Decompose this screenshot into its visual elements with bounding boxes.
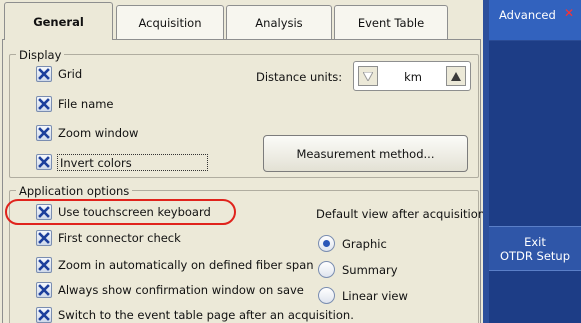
tab-analysis[interactable]: Analysis [226,5,332,39]
side-panel: Advanced ✕ Exit OTDR Setup [483,0,581,323]
triangle-up-icon [451,71,461,81]
switch-event-label: Switch to the event table page after an … [58,308,354,322]
radio-summary-label: Summary [342,263,398,277]
file-name-label: File name [58,97,114,111]
confirm-save-label: Always show confirmation window on save [58,283,304,297]
tab-label: Acquisition [138,15,202,30]
default-view-label: Default view after acquisition [316,207,486,221]
invert-colors-checkbox[interactable] [36,154,52,170]
measurement-method-label: Measurement method... [296,146,435,161]
connector-check-label: First connector check [58,231,181,245]
exit-label: Exit [524,234,546,249]
highlight-annotation [5,199,236,225]
tab-acquisition[interactable]: Acquisition [116,5,224,39]
tab-event-table[interactable]: Event Table [334,5,448,39]
radio-linear-view[interactable] [318,287,335,304]
tab-general[interactable]: General [4,2,113,40]
check-x-icon [38,309,50,321]
check-x-icon [38,127,50,139]
distance-units-value: km [404,70,422,84]
zoom-auto-checkbox[interactable] [36,257,52,273]
measurement-method-button[interactable]: Measurement method... [263,135,468,172]
radio-dot [323,240,330,247]
check-x-icon [38,68,50,80]
check-x-icon [38,259,50,271]
divider [489,40,581,41]
check-x-icon [38,284,50,296]
check-x-icon [38,156,50,168]
grid-label: Grid [58,67,83,81]
confirm-save-checkbox[interactable] [36,282,52,298]
grid-checkbox[interactable] [36,66,52,82]
radio-graphic-label: Graphic [342,237,387,251]
exit-otdr-setup-button[interactable]: Exit OTDR Setup [489,226,581,271]
settings-panel: General Acquisition Analysis Event Table… [0,0,486,323]
zoom-auto-label: Zoom in automatically on defined fiber s… [58,258,314,272]
triangle-down-icon [363,71,373,81]
otdr-setup-label: OTDR Setup [499,248,571,263]
connector-check-checkbox[interactable] [36,230,52,246]
check-x-icon [38,98,50,110]
invert-colors-label: Invert colors [60,156,132,170]
zoom-window-checkbox[interactable] [36,125,52,141]
distance-units-label: Distance units: [256,70,343,84]
advanced-tab-label: Advanced [499,8,556,22]
file-name-checkbox[interactable] [36,96,52,112]
switch-event-checkbox[interactable] [36,307,52,323]
tab-label: General [33,14,84,29]
units-up-button[interactable] [446,66,466,86]
tab-label: Analysis [255,15,303,30]
application-options-legend: Application options [16,184,133,198]
units-down-button[interactable] [358,66,378,86]
display-legend: Display [16,48,65,62]
radio-graphic[interactable] [318,235,335,252]
tab-label: Event Table [357,15,425,30]
check-x-icon [38,232,50,244]
radio-linear-view-label: Linear view [342,289,408,303]
close-icon[interactable]: ✕ [563,6,575,28]
radio-summary[interactable] [318,261,335,278]
zoom-window-label: Zoom window [58,126,139,140]
distance-units-spinner: km [353,61,471,91]
